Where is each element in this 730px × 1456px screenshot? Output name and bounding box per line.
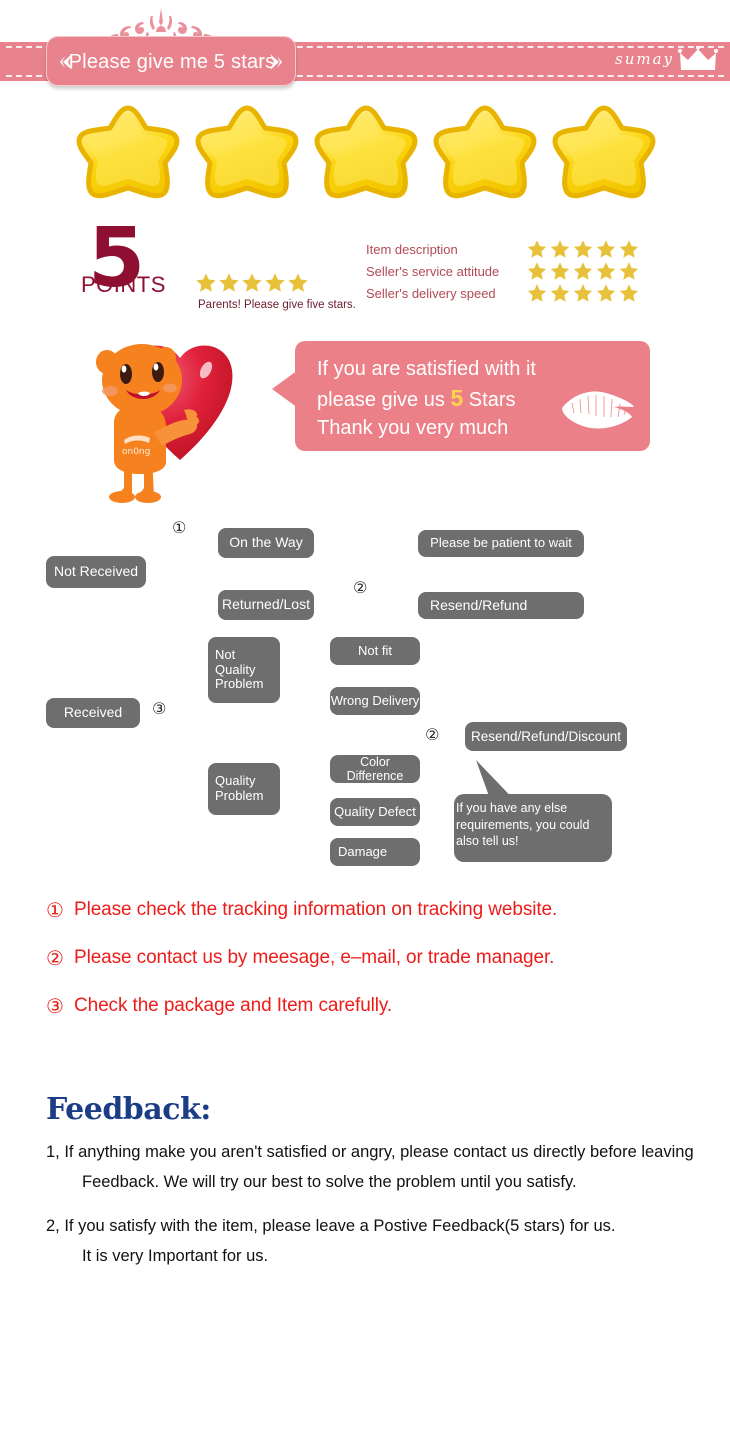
flow-marker-1: ① bbox=[172, 518, 187, 537]
note-number: ① bbox=[46, 898, 64, 922]
lips-kiss-icon bbox=[562, 391, 634, 429]
banner-plate: Please give me 5 stars bbox=[46, 36, 296, 86]
rating-row: Seller's delivery speed bbox=[366, 282, 656, 304]
star-icon bbox=[219, 273, 239, 292]
star-icon bbox=[196, 273, 216, 292]
star-icon bbox=[195, 105, 299, 199]
five-points-badge: 5 POINTS Parents! Please give five stars… bbox=[80, 218, 356, 312]
star-icon bbox=[527, 262, 547, 280]
rating-label: Item description bbox=[366, 241, 458, 257]
mascot-with-heart-icon: on0ng bbox=[96, 344, 233, 503]
star-icon bbox=[619, 262, 639, 280]
note-text: Please check the tracking information on… bbox=[74, 899, 558, 920]
numbered-notes-list: ① Please check the tracking information … bbox=[46, 886, 706, 1030]
flow-marker-2-top: ② bbox=[353, 578, 368, 597]
feedback-line: It is very Important for us. bbox=[82, 1247, 269, 1265]
crown-icon bbox=[678, 46, 718, 70]
feedback-heading: Feedback: bbox=[46, 1092, 211, 1127]
star-icon bbox=[527, 240, 547, 258]
note-row: ① Please check the tracking information … bbox=[46, 886, 706, 934]
bubble-line-3: Thank you very much bbox=[317, 417, 509, 439]
flow-marker-2-right: ② bbox=[425, 725, 440, 744]
flow-callout-text: If you have any else requirements, you c… bbox=[456, 801, 590, 848]
feedback-line: 1, If anything make you aren't satisfied… bbox=[46, 1143, 694, 1161]
star-icon bbox=[596, 262, 616, 280]
points-star-row bbox=[195, 272, 309, 293]
brand-wordmark: sumay bbox=[615, 50, 674, 68]
support-flowchart bbox=[0, 512, 730, 880]
rating-row: Seller's service attitude bbox=[366, 260, 656, 282]
points-subtitle: Parents! Please give five stars. bbox=[198, 299, 356, 311]
star-icon bbox=[552, 105, 656, 199]
note-row: ② Please contact us by meesage, e–mail, … bbox=[46, 934, 706, 982]
star-icon bbox=[550, 262, 570, 280]
note-row: ③ Check the package and Item carefully. bbox=[46, 982, 706, 1030]
note-number: ③ bbox=[46, 994, 64, 1018]
note-text: Please contact us by meesage, e–mail, or… bbox=[74, 947, 555, 968]
star-icon bbox=[596, 240, 616, 258]
rating-label: Seller's service attitude bbox=[366, 263, 500, 279]
bubble-text: If you are satisfied with it please give… bbox=[317, 355, 536, 443]
note-text: Check the package and Item carefully. bbox=[74, 995, 393, 1016]
star-icon bbox=[619, 284, 639, 302]
note-number: ② bbox=[46, 946, 64, 970]
star-icon bbox=[550, 240, 570, 258]
star-icon bbox=[596, 284, 616, 302]
star-icon bbox=[288, 273, 308, 292]
bubble-highlight-number: 5 bbox=[450, 384, 464, 411]
svg-text:on0ng: on0ng bbox=[122, 447, 150, 457]
rating-star-row bbox=[526, 239, 640, 259]
star-icon bbox=[433, 105, 537, 199]
rating-row: Item description bbox=[366, 238, 656, 260]
bubble-line-2-after: Stars bbox=[468, 388, 516, 411]
star-icon bbox=[550, 284, 570, 302]
star-icon bbox=[573, 240, 593, 258]
star-icon bbox=[76, 105, 180, 199]
rating-star-row bbox=[526, 283, 640, 303]
feedback-line: Feedback. We will try our best to solve … bbox=[82, 1173, 577, 1191]
banner-title: Please give me 5 stars bbox=[68, 50, 276, 73]
star-icon bbox=[314, 105, 418, 199]
feedback-section: Feedback: 1, If anything make you aren't… bbox=[46, 1092, 726, 1271]
feedback-line: 2, If you satisfy with the item, please … bbox=[46, 1217, 616, 1235]
star-icon bbox=[573, 284, 593, 302]
star-icon bbox=[527, 284, 547, 302]
flow-marker-3: ③ bbox=[152, 699, 167, 718]
rating-summary-list: Item description Seller's service attitu… bbox=[366, 238, 656, 304]
top-banner: sumay Please give me 5 stars bbox=[0, 0, 730, 100]
star-icon bbox=[242, 273, 262, 292]
bubble-line-2-before: please give us bbox=[317, 388, 445, 411]
star-icon bbox=[573, 262, 593, 280]
hero-star-row bbox=[72, 104, 662, 212]
points-word: POINTS bbox=[81, 272, 166, 297]
satisfaction-bubble: If you are satisfied with it please give… bbox=[295, 341, 650, 451]
rating-star-row bbox=[526, 261, 640, 281]
bubble-line-1: If you are satisfied with it bbox=[317, 358, 536, 380]
star-icon bbox=[619, 240, 639, 258]
rating-label: Seller's delivery speed bbox=[366, 285, 496, 301]
star-icon bbox=[265, 273, 285, 292]
